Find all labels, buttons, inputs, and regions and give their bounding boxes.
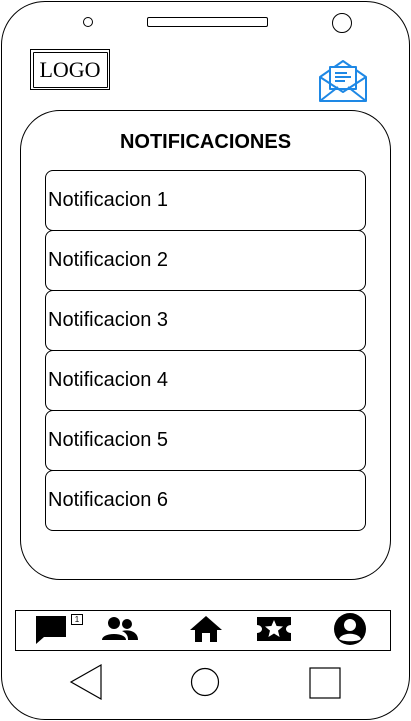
notification-label: Notificacion 1: [48, 189, 169, 211]
home-icon: [189, 615, 223, 648]
ticket-star-icon: [256, 615, 292, 648]
notification-item-3[interactable]: Notificacion 3: [45, 290, 366, 351]
notifications-panel: NOTIFICACIONES Notificacion 1 Notificaci…: [20, 110, 391, 580]
notification-label: Notificacion 3: [48, 309, 169, 331]
recents-icon[interactable]: [309, 667, 341, 699]
front-camera: [83, 17, 93, 27]
logo-text: LOGO: [39, 56, 101, 82]
nav-account-button[interactable]: [328, 611, 372, 651]
notification-label: Notificacion 5: [48, 429, 169, 451]
envelope-open-icon[interactable]: [318, 59, 368, 102]
notification-label: Notificacion 6: [48, 489, 169, 511]
notification-item-1[interactable]: Notificacion 1: [45, 170, 366, 231]
page-title: NOTIFICACIONES: [119, 131, 292, 153]
nav-home-button[interactable]: [186, 611, 226, 651]
app-logo: LOGO: [30, 49, 110, 90]
speaker-grille: [147, 17, 268, 27]
notification-label: Notificacion 2: [48, 249, 169, 271]
home-circle-icon[interactable]: [190, 667, 220, 697]
nav-people-button[interactable]: [98, 611, 142, 651]
notification-label: Notificacion 4: [48, 369, 169, 391]
notification-item-2[interactable]: Notificacion 2: [45, 230, 366, 291]
system-nav-bar: [0, 660, 411, 710]
nav-chat-button[interactable]: 1: [26, 611, 83, 651]
people-icon: [102, 616, 138, 647]
chat-icon: [34, 613, 68, 650]
nav-tickets-button[interactable]: [254, 611, 294, 651]
notification-item-4[interactable]: Notificacion 4: [45, 350, 366, 411]
notification-item-6[interactable]: Notificacion 6: [45, 470, 366, 531]
notification-item-5[interactable]: Notificacion 5: [45, 410, 366, 471]
proximity-sensor: [332, 13, 352, 33]
notification-badge: 1: [71, 614, 83, 625]
notification-list: Notificacion 1 Notificacion 2 Notificaci…: [45, 170, 366, 531]
account-icon: [333, 612, 367, 651]
back-icon[interactable]: [69, 663, 103, 701]
bottom-nav-bar: 1: [15, 610, 391, 651]
